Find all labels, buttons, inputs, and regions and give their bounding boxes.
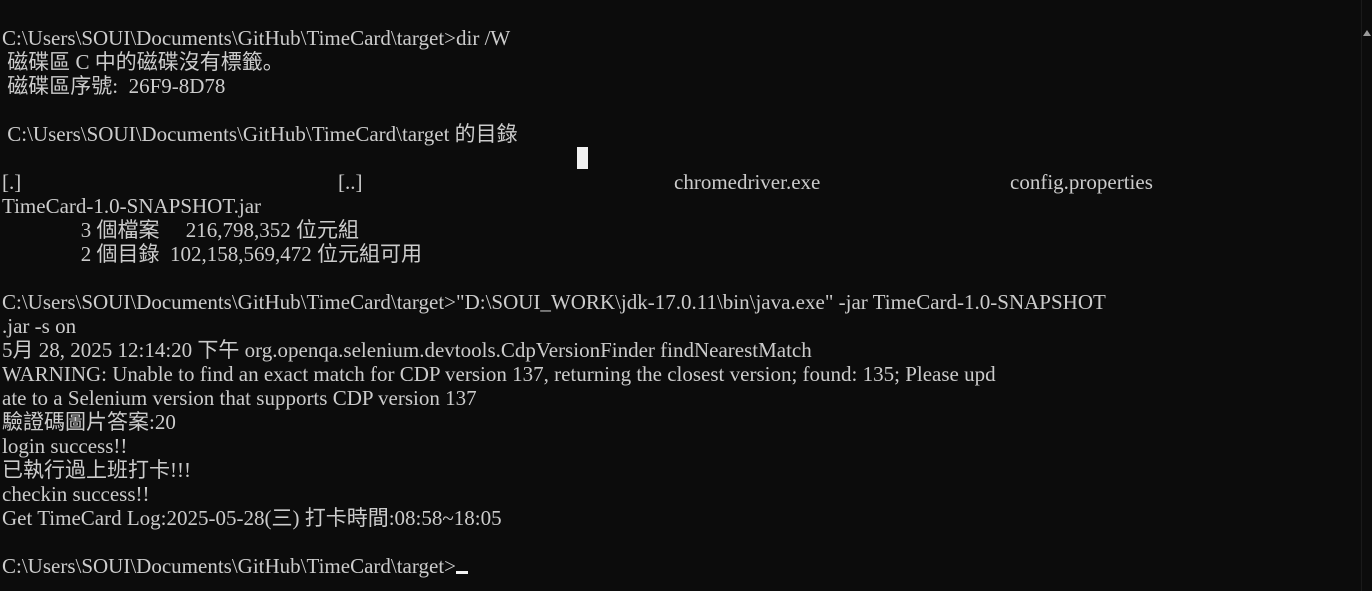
console-line: 磁碟區 C 中的磁碟沒有標籤。 <box>2 50 284 74</box>
console-line: login success!! <box>2 434 128 458</box>
console-line: 3 個檔案 216,798,352 位元組 <box>2 218 359 242</box>
dir-entry: config.properties <box>1010 170 1153 194</box>
console-line: 已執行過上班打卡!!! <box>2 458 191 482</box>
ime-caret <box>577 147 588 169</box>
console-line: 5月 28, 2025 12:14:20 下午 org.openqa.selen… <box>2 338 812 362</box>
console-line: C:\Users\SOUI\Documents\GitHub\TimeCard\… <box>2 26 511 50</box>
console-line: 驗證碼圖片答案:20 <box>2 410 176 434</box>
console-line: 磁碟區序號: 26F9-8D78 <box>2 74 226 98</box>
console-line: 2 個目錄 102,158,569,472 位元組可用 <box>2 242 422 266</box>
vertical-scrollbar[interactable] <box>1361 0 1372 591</box>
console-line: ate to a Selenium version that supports … <box>2 386 477 410</box>
console-line: Get TimeCard Log:2025-05-28(三) 打卡時間:08:5… <box>2 506 502 530</box>
dir-entry: chromedriver.exe <box>674 170 821 194</box>
console-line: C:\Users\SOUI\Documents\GitHub\TimeCard\… <box>2 122 518 146</box>
dir-entry: [..] <box>338 170 363 194</box>
dir-listing-row: [.] [..] chromedriver.exe config.propert… <box>2 170 1360 194</box>
text-cursor <box>456 571 468 574</box>
console-line: checkin success!! <box>2 482 150 506</box>
dir-entry: [.] <box>2 170 22 194</box>
console-line: TimeCard-1.0-SNAPSHOT.jar <box>2 194 262 218</box>
console-line: WARNING: Unable to find an exact match f… <box>2 362 996 386</box>
command-prompt[interactable]: C:\Users\SOUI\Documents\GitHub\TimeCard\… <box>2 554 1360 578</box>
prompt-text: C:\Users\SOUI\Documents\GitHub\TimeCard\… <box>2 554 456 578</box>
console-line: .jar -s on <box>2 314 77 338</box>
console-output: C:\Users\SOUI\Documents\GitHub\TimeCard\… <box>2 26 1360 578</box>
console-line: C:\Users\SOUI\Documents\GitHub\TimeCard\… <box>2 290 1106 314</box>
console-window[interactable]: C:\Users\SOUI\Documents\GitHub\TimeCard\… <box>0 0 1362 591</box>
scroll-up-arrow-icon[interactable] <box>1363 30 1371 36</box>
